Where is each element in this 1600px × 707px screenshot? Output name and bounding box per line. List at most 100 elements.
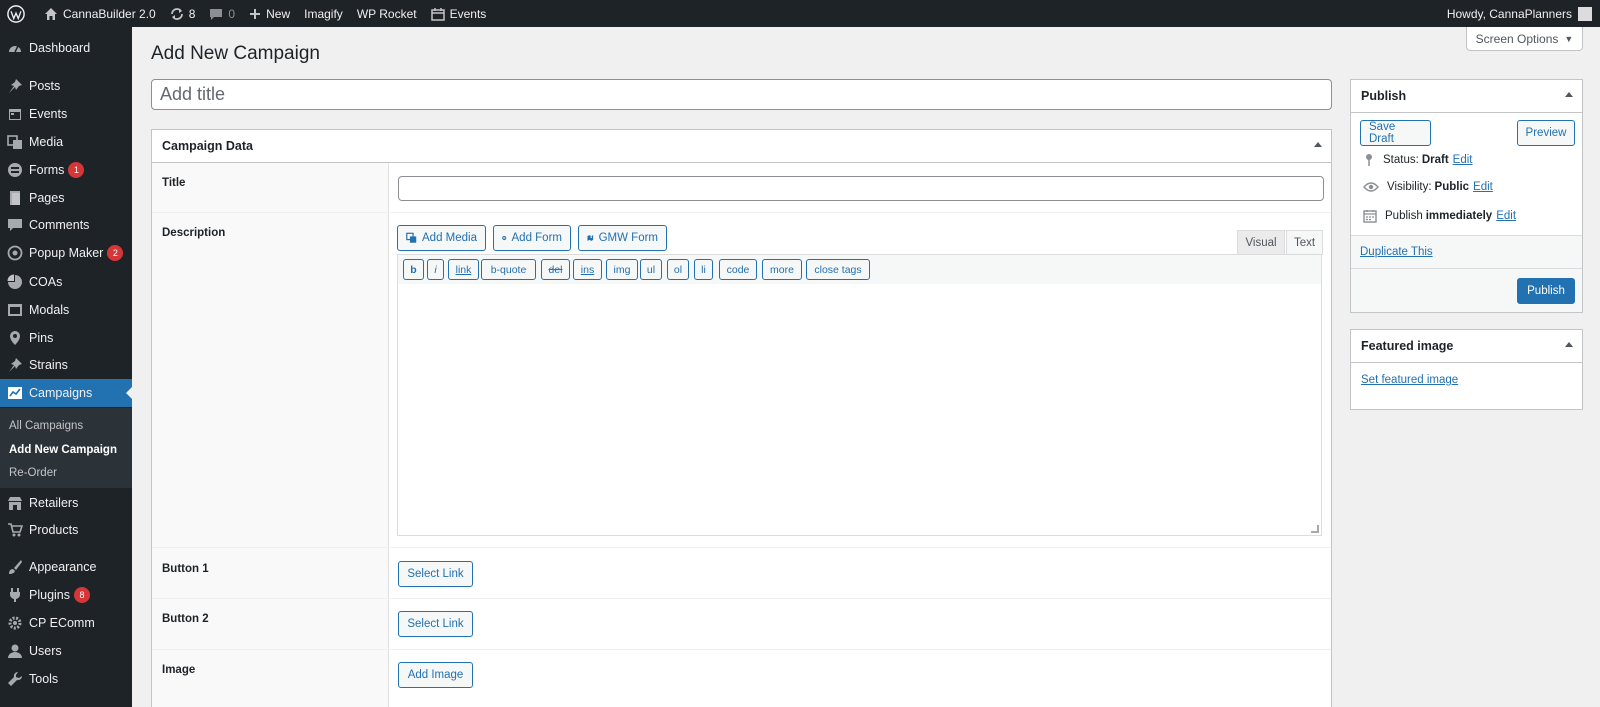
submenu-add-new-campaign[interactable]: Add New Campaign	[9, 444, 117, 456]
events-link[interactable]: Events	[424, 0, 494, 27]
sidebar-item-dashboard[interactable]: Dashboard	[0, 35, 132, 61]
collapse-toggle-icon[interactable]	[1314, 142, 1322, 147]
sidebar-item-posts[interactable]: Posts	[0, 73, 132, 99]
quicktag-code[interactable]: code	[719, 259, 757, 280]
quicktag-li[interactable]: li	[694, 259, 713, 280]
campaign-data-header[interactable]: Campaign Data	[152, 130, 1331, 163]
media-icon	[406, 232, 417, 243]
site-name-link[interactable]: CannaBuilder 2.0	[37, 0, 163, 27]
comment-icon	[7, 217, 23, 233]
add-media-button[interactable]: Add Media	[397, 225, 486, 251]
schedule-edit-link[interactable]: Edit	[1496, 210, 1516, 222]
map-icon	[587, 235, 594, 241]
wrench-icon	[7, 671, 23, 687]
sidebar-item-label: Tools	[29, 672, 59, 686]
save-draft-button[interactable]: Save Draft	[1360, 120, 1431, 146]
sidebar-item-plugins[interactable]: Plugins 8	[0, 582, 132, 608]
preview-button[interactable]: Preview	[1517, 120, 1575, 146]
sidebar-item-label: CP EComm	[29, 616, 95, 630]
pages-icon	[7, 190, 23, 206]
sidebar-item-coas[interactable]: COAs	[0, 269, 132, 295]
field-row-button-2: Button 2 Select Link	[152, 599, 1331, 650]
updates-count: 8	[188, 6, 196, 21]
pin-icon	[7, 78, 23, 94]
gear-icon	[7, 615, 23, 631]
quicktag-del[interactable]: del	[541, 259, 570, 280]
notification-badge: 8	[74, 587, 90, 603]
quicktag-i[interactable]: i	[427, 259, 444, 280]
quicktag-ul[interactable]: ul	[640, 259, 662, 280]
field-label-image: Image	[162, 664, 196, 676]
sidebar-item-cp-ecomm[interactable]: CP EComm	[0, 610, 132, 636]
button-2-select-link[interactable]: Select Link	[398, 611, 473, 637]
button-1-select-link[interactable]: Select Link	[398, 561, 473, 587]
campaign-title-input[interactable]	[398, 176, 1324, 201]
collapse-toggle-icon[interactable]	[1565, 92, 1573, 97]
description-textarea[interactable]	[397, 284, 1322, 536]
quicktag-img[interactable]: img	[606, 259, 638, 280]
wordpress-logo-icon[interactable]	[0, 0, 37, 27]
publish-header[interactable]: Publish	[1351, 80, 1582, 113]
submenu-all-campaigns[interactable]: All Campaigns	[9, 420, 83, 432]
admin-bar: CannaBuilder 2.0 8 0 New Imagify WP Rock…	[0, 0, 1600, 27]
sidebar-item-label: Campaigns	[29, 386, 93, 400]
sidebar-item-pins[interactable]: Pins	[0, 325, 132, 351]
resize-handle-icon[interactable]	[1311, 525, 1319, 533]
quicktag-link[interactable]: link	[448, 259, 479, 280]
sidebar-item-users[interactable]: Users	[0, 638, 132, 664]
sidebar-item-campaigns[interactable]: Campaigns	[0, 379, 133, 407]
my-account-link[interactable]: Howdy, CannaPlanners	[1447, 6, 1600, 21]
sidebar-item-label: COAs	[29, 275, 63, 289]
sidebar-item-media[interactable]: Media	[0, 129, 132, 155]
sidebar-item-label: Appearance	[29, 560, 97, 574]
sidebar-item-label: Users	[29, 644, 62, 658]
tab-text[interactable]: Text	[1286, 230, 1323, 255]
screen-options-button[interactable]: Screen Options ▼	[1466, 27, 1583, 51]
sidebar-item-popup-maker[interactable]: Popup Maker 2	[0, 240, 132, 266]
field-row-image: Image Add Image	[152, 650, 1331, 707]
quicktag-b-quote[interactable]: b-quote	[481, 259, 536, 280]
tab-visual[interactable]: Visual	[1237, 230, 1285, 255]
status-edit-link[interactable]: Edit	[1453, 154, 1473, 166]
submenu-re-order[interactable]: Re-Order	[9, 467, 57, 479]
collapse-toggle-icon[interactable]	[1565, 342, 1573, 347]
sidebar-item-forms[interactable]: Forms 1	[0, 157, 132, 183]
add-form-button[interactable]: Add Form	[493, 225, 571, 251]
sidebar-item-retailers[interactable]: Retailers	[0, 490, 132, 516]
field-label-description: Description	[162, 227, 226, 239]
popup-icon	[7, 245, 23, 261]
gmw-form-label: GMW Form	[598, 232, 658, 244]
quicktag-close-tags[interactable]: close tags	[806, 259, 870, 280]
quicktag-ins[interactable]: ins	[573, 259, 602, 280]
sidebar-item-appearance[interactable]: Appearance	[0, 554, 132, 580]
gmw-form-button[interactable]: GMW Form	[578, 225, 667, 251]
quicktag-ol[interactable]: ol	[667, 259, 689, 280]
post-title-input[interactable]	[151, 79, 1332, 110]
sidebar-item-products[interactable]: Products	[0, 517, 132, 543]
sidebar-item-comments[interactable]: Comments	[0, 212, 132, 238]
sidebar-item-events[interactable]: Events	[0, 101, 132, 127]
set-featured-image-link[interactable]: Set featured image	[1361, 374, 1458, 386]
add-image-button[interactable]: Add Image	[398, 662, 473, 688]
sidebar-item-tools[interactable]: Tools	[0, 666, 132, 692]
publish-button[interactable]: Publish	[1517, 278, 1575, 304]
plugin-icon	[7, 587, 23, 603]
duplicate-this-link[interactable]: Duplicate This	[1360, 246, 1433, 258]
sidebar-item-modals[interactable]: Modals	[0, 297, 132, 323]
comments-link[interactable]: 0	[202, 0, 242, 27]
sidebar-item-label: Strains	[29, 358, 68, 372]
quicktag-b[interactable]: b	[403, 259, 424, 280]
wp-rocket-link[interactable]: WP Rocket	[350, 0, 424, 27]
imagify-link[interactable]: Imagify	[297, 0, 350, 27]
notification-badge: 2	[107, 245, 124, 261]
updates-link[interactable]: 8	[163, 0, 203, 27]
sidebar-item-strains[interactable]: Strains	[0, 352, 132, 378]
wp-rocket-label: WP Rocket	[356, 6, 417, 21]
sidebar-item-pages[interactable]: Pages	[0, 185, 132, 211]
new-content-link[interactable]: New	[242, 0, 297, 27]
visibility-edit-link[interactable]: Edit	[1473, 181, 1493, 193]
featured-image-header[interactable]: Featured image	[1351, 330, 1582, 363]
add-form-label: Add Form	[511, 232, 563, 244]
quicktag-more[interactable]: more	[762, 259, 802, 280]
status-value: Draft	[1421, 154, 1449, 166]
